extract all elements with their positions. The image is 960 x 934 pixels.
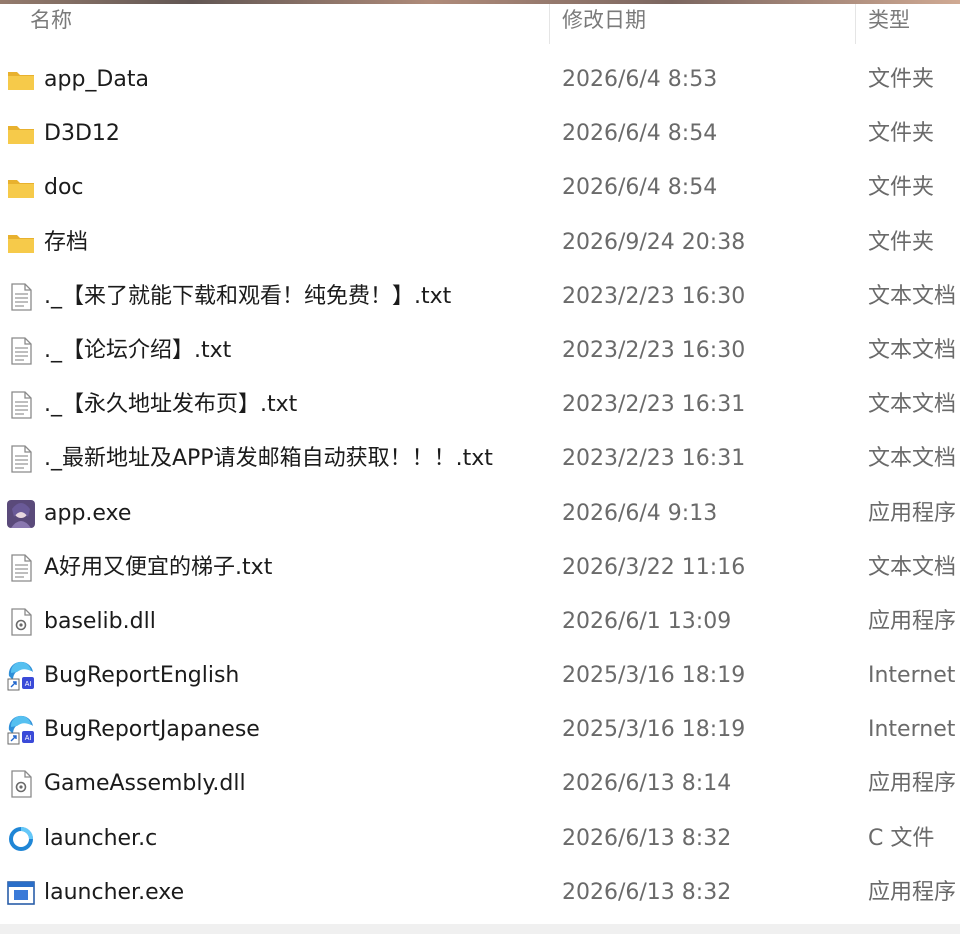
file-name[interactable]: app.exe bbox=[44, 487, 544, 541]
file-name[interactable]: baselib.dll bbox=[44, 595, 544, 649]
file-name[interactable]: app_Data bbox=[44, 53, 544, 107]
file-modified-date: 2026/6/4 9:13 bbox=[562, 500, 718, 526]
file-name[interactable]: D3D12 bbox=[44, 107, 544, 161]
file-row[interactable]: baselib.dll 2026/6/1 13:09 应用程序 bbox=[0, 595, 960, 649]
file-type: 应用程序 bbox=[868, 608, 957, 634]
file-list: app_Data 2026/6/4 8:53 文件夹 D3D12 2026/6/4 8:… bbox=[0, 53, 960, 920]
file-name[interactable]: 存档 bbox=[44, 216, 544, 270]
window-exe-icon bbox=[6, 878, 36, 908]
file-name[interactable]: launcher.exe bbox=[44, 866, 544, 920]
file-type: 文件夹 bbox=[868, 121, 935, 147]
column-divider[interactable] bbox=[855, 4, 856, 44]
column-header-type[interactable]: 类型 bbox=[868, 4, 910, 40]
file-modified-date: 2026/6/4 8:53 bbox=[562, 67, 718, 92]
file-name[interactable]: launcher.c bbox=[44, 812, 544, 866]
file-type: 文本文档 bbox=[868, 283, 957, 309]
file-modified-date: 2025/3/16 18:19 bbox=[562, 717, 746, 743]
file-row[interactable]: app_Data 2026/6/4 8:53 文件夹 bbox=[0, 53, 960, 107]
file-name[interactable]: GameAssembly.dll bbox=[44, 757, 544, 811]
file-type: 文本文档 bbox=[868, 337, 957, 363]
c-source-file-icon bbox=[6, 824, 36, 854]
file-type: 应用程序 bbox=[868, 771, 957, 797]
file-row[interactable]: ._【论坛介绍】.txt 2023/2/23 16:30 文本文档 bbox=[0, 324, 960, 378]
folder-icon bbox=[6, 173, 36, 203]
file-row[interactable]: A好用又便宜的梯子.txt 2026/3/22 11:16 文本文档 bbox=[0, 541, 960, 595]
text-file-icon bbox=[6, 336, 36, 366]
file-type: Internet bbox=[868, 663, 956, 689]
file-row[interactable]: GameAssembly.dll 2026/6/13 8:14 应用程序 bbox=[0, 757, 960, 811]
app-exe-icon bbox=[6, 499, 36, 529]
file-modified-date: 2025/3/16 18:19 bbox=[562, 663, 746, 689]
text-file-icon bbox=[6, 444, 36, 474]
file-modified-date: 2026/3/22 11:16 bbox=[562, 554, 746, 580]
file-modified-date: 2023/2/23 16:30 bbox=[562, 337, 746, 363]
file-type: 文本文档 bbox=[868, 392, 957, 418]
text-file-icon bbox=[6, 282, 36, 312]
horizontal-scrollbar[interactable] bbox=[0, 924, 960, 934]
file-row[interactable]: AI BugReportEnglish 2025/3/16 18:19 Interne… bbox=[0, 649, 960, 703]
file-modified-date: 2026/6/13 8:32 bbox=[562, 825, 732, 851]
dll-file-icon bbox=[6, 769, 36, 799]
file-type: 应用程序 bbox=[868, 500, 957, 526]
file-type: 文本文档 bbox=[868, 446, 957, 472]
file-row[interactable]: ._最新地址及APP请发邮箱自动获取！！！.txt 2023/2/23 16:31… bbox=[0, 432, 960, 486]
file-type: 文本文档 bbox=[868, 554, 957, 580]
file-explorer-list: 名称 修改日期 类型 app_Data 2026/6/4 8:53 文件夹 D3D12… bbox=[0, 0, 960, 934]
text-file-icon bbox=[6, 553, 36, 583]
dll-file-icon bbox=[6, 607, 36, 637]
file-modified-date: 2023/2/23 16:31 bbox=[562, 392, 746, 418]
file-row[interactable]: AI BugReportJapanese 2025/3/16 18:19 Intern… bbox=[0, 703, 960, 757]
file-modified-date: 2026/6/1 13:09 bbox=[562, 608, 732, 634]
file-type: 文件夹 bbox=[868, 67, 935, 92]
file-modified-date: 2026/6/4 8:54 bbox=[562, 175, 718, 201]
file-name[interactable]: ._最新地址及APP请发邮箱自动获取！！！.txt bbox=[44, 432, 544, 486]
file-type: C 文件 bbox=[868, 825, 935, 851]
file-row[interactable]: ._【永久地址发布页】.txt 2023/2/23 16:31 文本文档 bbox=[0, 378, 960, 432]
file-modified-date: 2026/6/13 8:14 bbox=[562, 771, 732, 797]
file-row[interactable]: D3D12 2026/6/4 8:54 文件夹 bbox=[0, 107, 960, 161]
file-name[interactable]: doc bbox=[44, 161, 544, 215]
folder-icon bbox=[6, 65, 36, 95]
file-row[interactable]: ._【来了就能下载和观看！纯免费！】.txt 2023/2/23 16:30 文本文… bbox=[0, 270, 960, 324]
column-header-name[interactable]: 名称 bbox=[30, 4, 72, 40]
folder-icon bbox=[6, 228, 36, 258]
file-name[interactable]: BugReportJapanese bbox=[44, 703, 544, 757]
file-name[interactable]: BugReportEnglish bbox=[44, 649, 544, 703]
svg-text:AI: AI bbox=[25, 681, 32, 688]
file-name[interactable]: ._【论坛介绍】.txt bbox=[44, 324, 544, 378]
column-header-bar: 名称 修改日期 类型 bbox=[0, 4, 960, 44]
file-modified-date: 2023/2/23 16:31 bbox=[562, 446, 746, 472]
file-modified-date: 2026/6/13 8:32 bbox=[562, 879, 732, 905]
file-name[interactable]: ._【来了就能下载和观看！纯免费！】.txt bbox=[44, 270, 544, 324]
file-row[interactable]: doc 2026/6/4 8:54 文件夹 bbox=[0, 161, 960, 215]
file-modified-date: 2026/9/24 20:38 bbox=[562, 229, 746, 255]
column-divider[interactable] bbox=[549, 4, 550, 44]
file-modified-date: 2026/6/4 8:54 bbox=[562, 121, 718, 147]
file-row[interactable]: 存档 2026/9/24 20:38 文件夹 bbox=[0, 216, 960, 270]
file-modified-date: 2023/2/23 16:30 bbox=[562, 283, 746, 309]
file-type: Internet bbox=[868, 717, 956, 743]
svg-text:AI: AI bbox=[25, 735, 32, 742]
file-row[interactable]: app.exe 2026/6/4 9:13 应用程序 bbox=[0, 487, 960, 541]
file-row[interactable]: launcher.c 2026/6/13 8:32 C 文件 bbox=[0, 812, 960, 866]
file-type: 文件夹 bbox=[868, 175, 935, 201]
column-header-date[interactable]: 修改日期 bbox=[562, 4, 646, 40]
file-name[interactable]: ._【永久地址发布页】.txt bbox=[44, 378, 544, 432]
folder-icon bbox=[6, 119, 36, 149]
text-file-icon bbox=[6, 390, 36, 420]
file-type: 应用程序 bbox=[868, 879, 957, 905]
internet-shortcut-icon: AI bbox=[6, 661, 36, 691]
file-name[interactable]: A好用又便宜的梯子.txt bbox=[44, 541, 544, 595]
file-row[interactable]: launcher.exe 2026/6/13 8:32 应用程序 bbox=[0, 866, 960, 920]
internet-shortcut-icon: AI bbox=[6, 715, 36, 745]
file-type: 文件夹 bbox=[868, 229, 935, 255]
